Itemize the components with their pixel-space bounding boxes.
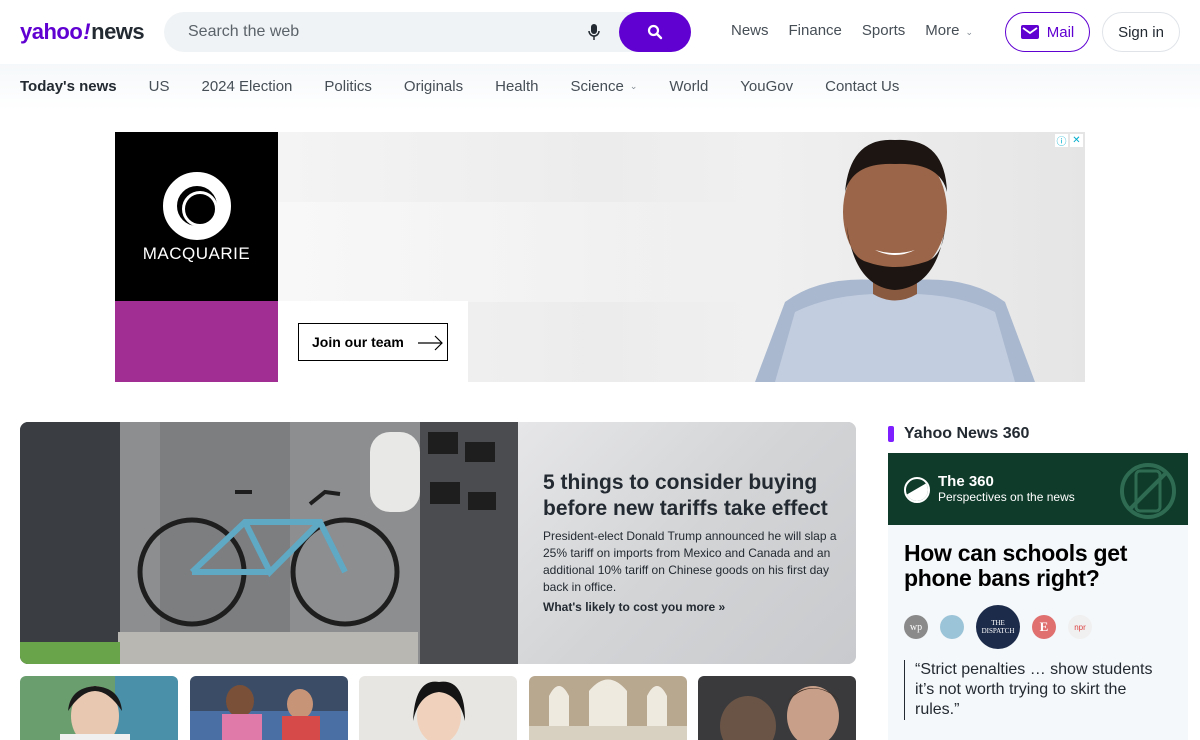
- ad-brand-name: MACQUARIE: [142, 244, 251, 263]
- tab-politics[interactable]: Politics: [324, 78, 372, 95]
- mail-button[interactable]: Mail: [1005, 12, 1090, 52]
- section-accent-bar: [888, 426, 894, 442]
- logo-news: news: [91, 19, 145, 44]
- advertisement-banner[interactable]: MACQUARIE Join our team ⓘ ✕: [115, 132, 1085, 382]
- top-header: yahoo!news News Finance Sports More ⌄ Mai…: [0, 0, 1200, 64]
- esquire-logo-icon: E: [1032, 615, 1056, 639]
- chevron-down-icon: ⌄: [629, 81, 638, 91]
- rail-quote: “Strict penalties … show students it’s n…: [904, 660, 1164, 720]
- tab-world[interactable]: World: [669, 78, 708, 95]
- logo-bang: !: [83, 19, 91, 44]
- rail-headline[interactable]: How can schools get phone bans right?: [904, 541, 1174, 591]
- search-input[interactable]: [164, 12, 584, 52]
- tab-todays-news[interactable]: Today's news: [20, 78, 117, 95]
- ad-brand-panel: MACQUARIE: [115, 132, 278, 301]
- story-thumbnail[interactable]: [698, 676, 856, 740]
- story-thumbnail[interactable]: [359, 676, 517, 740]
- nav-sports[interactable]: Sports: [862, 22, 905, 39]
- tab-science[interactable]: Science ⌄: [570, 78, 637, 95]
- nav-news[interactable]: News: [731, 22, 769, 39]
- tab-2024-election[interactable]: 2024 Election: [202, 78, 293, 95]
- nav-finance[interactable]: Finance: [789, 22, 842, 39]
- source-logos: wp THE DISPATCH E npr: [904, 605, 1092, 649]
- the-dispatch-logo-icon: THE DISPATCH: [976, 605, 1020, 649]
- search-bar: [164, 12, 691, 52]
- hero-image-bicycle: [20, 422, 518, 664]
- chevron-down-icon: ⌄: [965, 27, 973, 37]
- mail-label: Mail: [1046, 23, 1075, 41]
- the-360-banner: The 360 Perspectives on the news: [888, 453, 1188, 525]
- ad-choices[interactable]: ⓘ ✕: [1055, 134, 1083, 148]
- tab-us[interactable]: US: [149, 78, 170, 95]
- ad-brand-accent: [115, 301, 278, 382]
- story-thumbnail[interactable]: [20, 676, 178, 740]
- microphone-icon[interactable]: [584, 22, 604, 42]
- mail-icon: [1020, 25, 1039, 39]
- sign-in-label: Sign in: [1118, 23, 1164, 41]
- nav-more[interactable]: More ⌄: [925, 22, 973, 39]
- tab-health[interactable]: Health: [495, 78, 538, 95]
- the-360-title: The 360: [938, 473, 994, 490]
- yahoo-news-360-heading: Yahoo News 360: [888, 425, 1029, 443]
- ad-cta-button[interactable]: Join our team: [298, 323, 424, 361]
- npr-logo-icon: npr: [1068, 615, 1092, 639]
- rail-heading-text: Yahoo News 360: [904, 425, 1030, 442]
- search-button[interactable]: [619, 12, 691, 52]
- washington-post-logo-icon: wp: [904, 615, 928, 639]
- source-logo-icon: [940, 615, 964, 639]
- macquarie-logo-icon: [163, 172, 231, 240]
- the-360-subtitle: Perspectives on the news: [938, 490, 1075, 504]
- search-icon: [647, 24, 663, 40]
- tab-yougov[interactable]: YouGov: [740, 78, 793, 95]
- tab-contact-us[interactable]: Contact Us: [825, 78, 899, 95]
- the-360-logo-icon: [904, 477, 930, 503]
- the-360-card[interactable]: The 360 Perspectives on the news How can…: [888, 453, 1188, 740]
- hero-text-panel: 5 things to consider buying before new t…: [518, 422, 856, 664]
- yahoo-news-logo[interactable]: yahoo! news: [20, 19, 145, 45]
- section-nav: Today's news US 2024 Election Politics O…: [0, 64, 1200, 110]
- top-nav: News Finance Sports More ⌄: [731, 22, 973, 39]
- ad-close-icon[interactable]: ✕: [1070, 134, 1083, 147]
- story-thumbnail[interactable]: [190, 676, 348, 740]
- ad-info-icon[interactable]: ⓘ: [1055, 134, 1068, 148]
- hero-read-more-link[interactable]: What's likely to cost you more »: [543, 600, 725, 614]
- hero-story[interactable]: 5 things to consider buying before new t…: [20, 422, 856, 664]
- ad-cta-label: Join our team: [312, 334, 404, 350]
- nav-more-label: More: [925, 22, 960, 39]
- tab-science-label: Science: [570, 78, 624, 95]
- story-thumbnail[interactable]: [529, 676, 687, 740]
- hero-headline[interactable]: 5 things to consider buying before new t…: [543, 470, 833, 522]
- arrow-right-icon: [406, 323, 448, 361]
- hero-summary: President-elect Donald Trump announced h…: [543, 529, 837, 594]
- sign-in-button[interactable]: Sign in: [1102, 12, 1180, 52]
- ad-person-image: [755, 139, 1035, 382]
- phone-ban-icon: [1120, 463, 1176, 519]
- logo-yahoo: yahoo: [20, 19, 83, 44]
- tab-originals[interactable]: Originals: [404, 78, 463, 95]
